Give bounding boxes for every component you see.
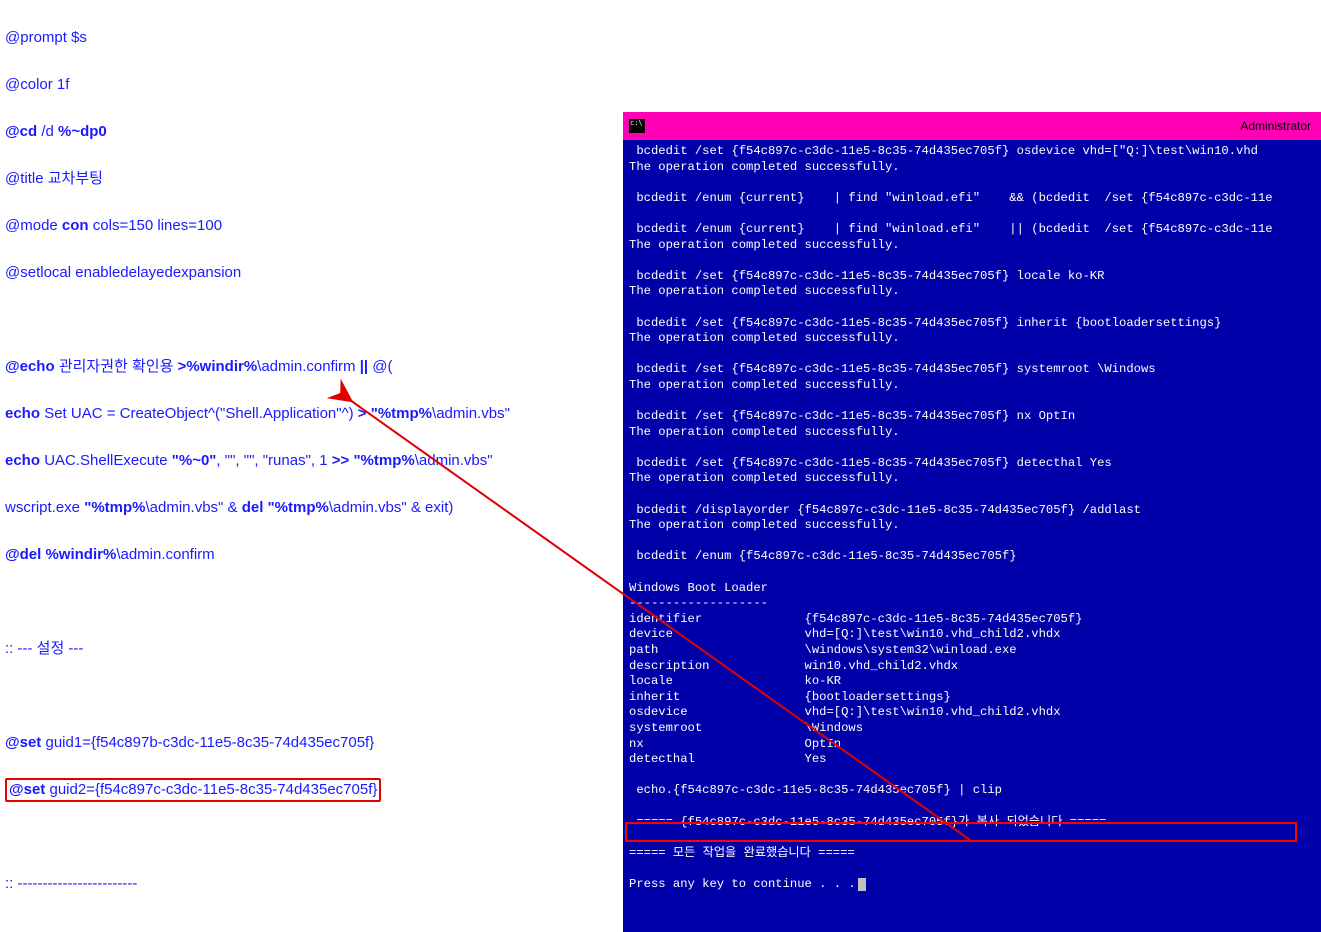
code-token: echo <box>5 452 44 469</box>
code-line: @setlocal enabledelayedexpansion <box>5 264 241 281</box>
window-title: Administrator <box>651 119 1315 133</box>
code-token: wscript.exe <box>5 499 84 516</box>
code-token: >> <box>332 452 354 469</box>
command-prompt-window[interactable]: Administrator bcdedit /set {f54c897c-c3d… <box>623 112 1321 932</box>
code-token: 관리자권한 확인용 <box>59 358 178 375</box>
code-token: "%tmp% <box>371 405 432 422</box>
code-line: :: ------------------------ <box>5 875 137 892</box>
code-token: "%tmp% <box>84 499 145 516</box>
code-token: >%windir% <box>178 358 258 375</box>
code-token: @set <box>5 734 45 751</box>
code-token: @set <box>9 781 49 798</box>
terminal-text: bcdedit /set {f54c897c-c3dc-11e5-8c35-74… <box>629 144 1273 891</box>
terminal-output[interactable]: bcdedit /set {f54c897c-c3dc-11e5-8c35-74… <box>623 140 1321 932</box>
code-token: \admin.vbs" <box>415 452 493 469</box>
window-titlebar[interactable]: Administrator <box>623 112 1321 140</box>
code-token: UAC.ShellExecute <box>44 452 172 469</box>
batch-script-editor: @prompt $s @color 1f @cd /d %~dp0 @title… <box>0 0 620 932</box>
code-token: \admin.vbs" <box>432 405 510 422</box>
code-token: con <box>62 217 93 234</box>
code-line: :: --- 설정 --- <box>5 640 83 657</box>
code-token: cols=150 lines=100 <box>93 217 222 234</box>
code-token: @echo <box>5 358 59 375</box>
code-token: guid2={f54c897c-c3dc-11e5-8c35-74d435ec7… <box>49 781 377 798</box>
code-token: \admin.confirm <box>116 546 214 563</box>
code-token: @cd <box>5 123 41 140</box>
code-token: %~dp0 <box>58 123 107 140</box>
code-token: @del %windir% <box>5 546 116 563</box>
code-token: , "", "", "runas", 1 <box>216 452 331 469</box>
code-token: \admin.vbs" & <box>146 499 242 516</box>
code-token: Set UAC = CreateObject^("Shell.Applicati… <box>44 405 358 422</box>
code-line: @title 교차부팅 <box>5 170 103 187</box>
code-token: "%tmp% <box>353 452 414 469</box>
code-token: @mode <box>5 217 62 234</box>
highlighted-clip-output <box>625 822 1297 842</box>
code-token: > <box>358 405 371 422</box>
code-line: @prompt $s <box>5 29 87 46</box>
cursor <box>858 878 866 891</box>
cmd-icon <box>629 119 645 133</box>
code-token: echo <box>5 405 44 422</box>
code-token: || <box>360 358 373 375</box>
code-line: @color 1f <box>5 76 69 93</box>
code-token: @( <box>372 358 392 375</box>
code-token: \admin.confirm <box>257 358 360 375</box>
code-token: guid1={f54c897b-c3dc-11e5-8c35-74d435ec7… <box>45 734 374 751</box>
code-token: del <box>242 499 268 516</box>
code-token: "%~0" <box>172 452 217 469</box>
code-token: "%tmp% <box>268 499 329 516</box>
code-token: /d <box>41 123 58 140</box>
code-token: \admin.vbs" & exit) <box>329 499 454 516</box>
highlighted-guid-line: @set guid2={f54c897c-c3dc-11e5-8c35-74d4… <box>5 778 381 802</box>
